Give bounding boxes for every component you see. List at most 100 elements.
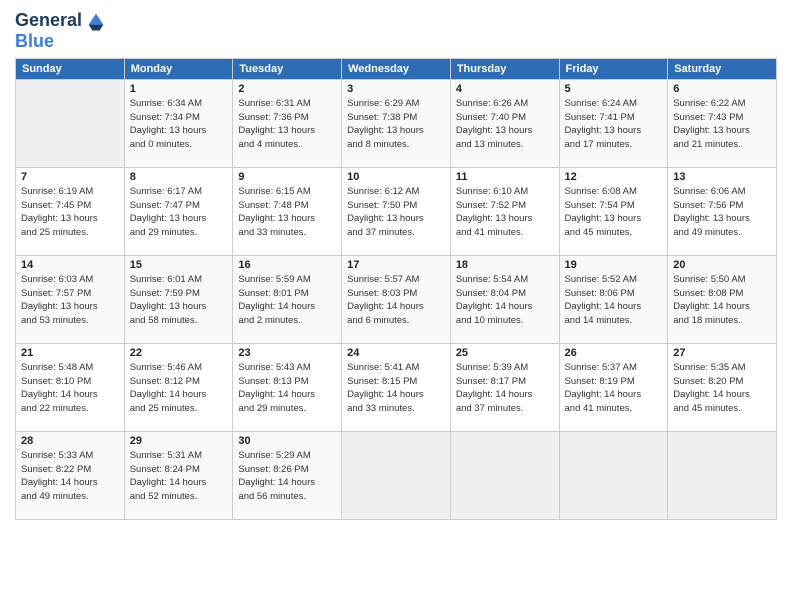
day-cell (16, 79, 125, 167)
day-cell: 10 Sunrise: 6:12 AM Sunset: 7:50 PM Dayli… (342, 167, 451, 255)
day-number: 1 (130, 83, 228, 95)
day-detail: Sunrise: 5:57 AM Sunset: 8:03 PM Dayligh… (347, 273, 445, 328)
day-cell: 25Sunrise: 5:39 AM Sunset: 8:17 PM Dayli… (450, 343, 559, 431)
day-number: 14 (21, 259, 119, 271)
day-cell: 6 Sunrise: 6:22 AM Sunset: 7:43 PM Daylig… (668, 79, 777, 167)
day-number: 6 (673, 83, 771, 95)
day-cell: 11 Sunrise: 6:10 AM Sunset: 7:52 PM Dayli… (450, 167, 559, 255)
day-cell: 13 Sunrise: 6:06 AM Sunset: 7:56 PM Dayli… (668, 167, 777, 255)
day-number: 19 (565, 259, 663, 271)
day-detail: Sunrise: 6:24 AM Sunset: 7:41 PM Dayligh… (565, 97, 663, 152)
day-detail: Sunrise: 5:50 AM Sunset: 8:08 PM Dayligh… (673, 273, 771, 328)
day-number: 29 (130, 435, 228, 447)
week-row-5: 28 Sunrise: 5:33 AM Sunset: 8:22 PM Dayli… (16, 431, 777, 519)
day-detail: Sunrise: 6:10 AM Sunset: 7:52 PM Dayligh… (456, 185, 554, 240)
day-detail: Sunrise: 5:48 AM Sunset: 8:10 PM Dayligh… (21, 361, 119, 416)
day-detail: Sunrise: 5:43 AM Sunset: 8:13 PM Dayligh… (238, 361, 336, 416)
day-cell: 17 Sunrise: 5:57 AM Sunset: 8:03 PM Dayli… (342, 255, 451, 343)
day-number: 5 (565, 83, 663, 95)
day-detail: Sunrise: 5:37 AM Sunset: 8:19 PM Dayligh… (565, 361, 663, 416)
day-detail: Sunrise: 5:35 AM Sunset: 8:20 PM Dayligh… (673, 361, 771, 416)
day-number: 27 (673, 347, 771, 359)
day-number: 9 (238, 171, 336, 183)
day-cell: 19Sunrise: 5:52 AM Sunset: 8:06 PM Dayli… (559, 255, 668, 343)
day-cell: 5 Sunrise: 6:24 AM Sunset: 7:41 PM Daylig… (559, 79, 668, 167)
page: General Blue SundayMondayTuesdayWednesda… (0, 0, 792, 612)
day-cell: 22Sunrise: 5:46 AM Sunset: 8:12 PM Dayli… (124, 343, 233, 431)
day-cell: 14 Sunrise: 6:03 AM Sunset: 7:57 PM Dayli… (16, 255, 125, 343)
day-detail: Sunrise: 6:17 AM Sunset: 7:47 PM Dayligh… (130, 185, 228, 240)
day-cell: 23Sunrise: 5:43 AM Sunset: 8:13 PM Dayli… (233, 343, 342, 431)
day-number: 24 (347, 347, 445, 359)
day-number: 18 (456, 259, 554, 271)
day-detail: Sunrise: 5:54 AM Sunset: 8:04 PM Dayligh… (456, 273, 554, 328)
day-cell: 9 Sunrise: 6:15 AM Sunset: 7:48 PM Daylig… (233, 167, 342, 255)
day-cell: 24 Sunrise: 5:41 AM Sunset: 8:15 PM Dayli… (342, 343, 451, 431)
day-detail: Sunrise: 6:06 AM Sunset: 7:56 PM Dayligh… (673, 185, 771, 240)
day-cell: 20 Sunrise: 5:50 AM Sunset: 8:08 PM Dayli… (668, 255, 777, 343)
header-cell-thursday: Thursday (450, 58, 559, 79)
week-row-1: 1Sunrise: 6:34 AM Sunset: 7:34 PM Daylig… (16, 79, 777, 167)
day-cell: 26 Sunrise: 5:37 AM Sunset: 8:19 PM Dayli… (559, 343, 668, 431)
day-cell: 8 Sunrise: 6:17 AM Sunset: 7:47 PM Daylig… (124, 167, 233, 255)
day-number: 7 (21, 171, 119, 183)
day-number: 22 (130, 347, 228, 359)
day-detail: Sunrise: 6:22 AM Sunset: 7:43 PM Dayligh… (673, 97, 771, 152)
day-detail: Sunrise: 5:33 AM Sunset: 8:22 PM Dayligh… (21, 449, 119, 504)
day-cell: 30Sunrise: 5:29 AM Sunset: 8:26 PM Dayli… (233, 431, 342, 519)
day-detail: Sunrise: 5:29 AM Sunset: 8:26 PM Dayligh… (238, 449, 336, 504)
day-detail: Sunrise: 5:31 AM Sunset: 8:24 PM Dayligh… (130, 449, 228, 504)
day-detail: Sunrise: 5:59 AM Sunset: 8:01 PM Dayligh… (238, 273, 336, 328)
day-number: 20 (673, 259, 771, 271)
day-number: 13 (673, 171, 771, 183)
header-cell-wednesday: Wednesday (342, 58, 451, 79)
day-cell: 21 Sunrise: 5:48 AM Sunset: 8:10 PM Dayli… (16, 343, 125, 431)
day-cell: 7Sunrise: 6:19 AM Sunset: 7:45 PM Daylig… (16, 167, 125, 255)
header-cell-monday: Monday (124, 58, 233, 79)
day-detail: Sunrise: 6:31 AM Sunset: 7:36 PM Dayligh… (238, 97, 336, 152)
day-number: 28 (21, 435, 119, 447)
header: General Blue (15, 10, 777, 52)
day-cell: 1Sunrise: 6:34 AM Sunset: 7:34 PM Daylig… (124, 79, 233, 167)
week-row-4: 21 Sunrise: 5:48 AM Sunset: 8:10 PM Dayli… (16, 343, 777, 431)
header-cell-sunday: Sunday (16, 58, 125, 79)
day-number: 11 (456, 171, 554, 183)
day-cell: 27 Sunrise: 5:35 AM Sunset: 8:20 PM Dayli… (668, 343, 777, 431)
header-cell-tuesday: Tuesday (233, 58, 342, 79)
day-number: 4 (456, 83, 554, 95)
header-cell-friday: Friday (559, 58, 668, 79)
logo-blue-text: Blue (15, 32, 107, 52)
day-number: 16 (238, 259, 336, 271)
day-detail: Sunrise: 6:26 AM Sunset: 7:40 PM Dayligh… (456, 97, 554, 152)
calendar-header-row: SundayMondayTuesdayWednesdayThursdayFrid… (16, 58, 777, 79)
day-detail: Sunrise: 6:08 AM Sunset: 7:54 PM Dayligh… (565, 185, 663, 240)
day-cell (342, 431, 451, 519)
day-cell: 4 Sunrise: 6:26 AM Sunset: 7:40 PM Daylig… (450, 79, 559, 167)
day-number: 25 (456, 347, 554, 359)
day-number: 26 (565, 347, 663, 359)
calendar-table: SundayMondayTuesdayWednesdayThursdayFrid… (15, 58, 777, 520)
day-cell (450, 431, 559, 519)
header-cell-saturday: Saturday (668, 58, 777, 79)
day-detail: Sunrise: 6:03 AM Sunset: 7:57 PM Dayligh… (21, 273, 119, 328)
day-number: 8 (130, 171, 228, 183)
week-row-3: 14 Sunrise: 6:03 AM Sunset: 7:57 PM Dayli… (16, 255, 777, 343)
day-detail: Sunrise: 6:01 AM Sunset: 7:59 PM Dayligh… (130, 273, 228, 328)
day-cell: 3Sunrise: 6:29 AM Sunset: 7:38 PM Daylig… (342, 79, 451, 167)
day-detail: Sunrise: 5:41 AM Sunset: 8:15 PM Dayligh… (347, 361, 445, 416)
day-cell: 28 Sunrise: 5:33 AM Sunset: 8:22 PM Dayli… (16, 431, 125, 519)
day-detail: Sunrise: 6:12 AM Sunset: 7:50 PM Dayligh… (347, 185, 445, 240)
week-row-2: 7Sunrise: 6:19 AM Sunset: 7:45 PM Daylig… (16, 167, 777, 255)
day-number: 17 (347, 259, 445, 271)
logo: General Blue (15, 10, 107, 52)
day-detail: Sunrise: 6:15 AM Sunset: 7:48 PM Dayligh… (238, 185, 336, 240)
day-number: 10 (347, 171, 445, 183)
day-cell: 18 Sunrise: 5:54 AM Sunset: 8:04 PM Dayli… (450, 255, 559, 343)
day-cell: 12Sunrise: 6:08 AM Sunset: 7:54 PM Dayli… (559, 167, 668, 255)
day-cell: 29 Sunrise: 5:31 AM Sunset: 8:24 PM Dayli… (124, 431, 233, 519)
logo-icon (85, 10, 107, 32)
day-cell: 15Sunrise: 6:01 AM Sunset: 7:59 PM Dayli… (124, 255, 233, 343)
day-number: 21 (21, 347, 119, 359)
day-cell: 16 Sunrise: 5:59 AM Sunset: 8:01 PM Dayli… (233, 255, 342, 343)
day-cell: 2Sunrise: 6:31 AM Sunset: 7:36 PM Daylig… (233, 79, 342, 167)
